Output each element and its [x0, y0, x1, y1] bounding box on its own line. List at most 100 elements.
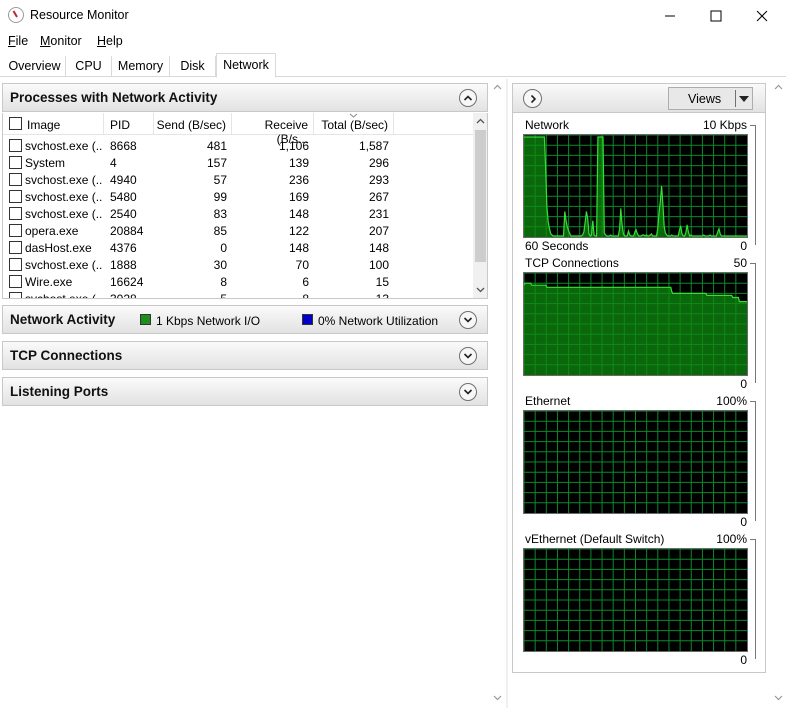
dropdown-arrow-icon[interactable]	[739, 96, 749, 102]
pane-splitter[interactable]	[506, 79, 508, 708]
listening-ports-title: Listening Ports	[10, 384, 109, 399]
cell-send: 157	[206, 156, 227, 170]
row-checkbox[interactable]	[9, 224, 22, 237]
processes-collapse-button[interactable]	[459, 89, 477, 107]
title-bar: Resource Monitor	[0, 0, 786, 31]
row-checkbox[interactable]	[9, 139, 22, 152]
maximize-button[interactable]	[693, 0, 739, 31]
table-row[interactable]: dasHost.exe 4376 0 148 148	[3, 239, 473, 256]
listening-ports-expand-button[interactable]	[459, 383, 477, 401]
sort-descending-icon	[349, 113, 358, 118]
column-send[interactable]: Send (B/sec)	[154, 113, 232, 135]
cell-receive: 139	[288, 156, 309, 170]
tab-overview[interactable]: Overview	[4, 56, 66, 77]
graph-plot	[524, 549, 747, 651]
row-checkbox[interactable]	[9, 292, 22, 298]
cell-receive: 6	[302, 275, 309, 289]
scroll-up-icon[interactable]	[476, 117, 485, 126]
listening-ports-header[interactable]: Listening Ports	[2, 377, 488, 406]
row-checkbox[interactable]	[9, 275, 22, 288]
tcp-connections-header[interactable]: TCP Connections	[2, 341, 488, 370]
graph-title: vEthernet (Default Switch)	[525, 532, 665, 546]
cell-total: 267	[368, 190, 389, 204]
menu-help[interactable]: Help	[97, 34, 123, 48]
cell-total: 1,587	[358, 139, 389, 153]
tab-disk[interactable]: Disk	[170, 56, 216, 77]
close-button[interactable]	[739, 0, 785, 31]
scroll-down-icon[interactable]	[493, 693, 502, 702]
cell-pid: 3028	[110, 292, 137, 299]
network-activity-header[interactable]: Network Activity 1 Kbps Network I/O 0% N…	[2, 305, 488, 334]
resource-monitor-icon	[8, 7, 24, 23]
cell-receive: 148	[288, 207, 309, 221]
table-row[interactable]: svchost.exe (... 8668 481 1,106 1,587	[3, 137, 473, 154]
menu-file-accel: F	[8, 34, 16, 48]
table-row[interactable]: System 4 157 139 296	[3, 154, 473, 171]
row-checkbox[interactable]	[9, 190, 22, 203]
tab-cpu[interactable]: CPU	[66, 56, 112, 77]
cell-send: 83	[213, 207, 227, 221]
cell-total: 15	[375, 275, 389, 289]
menu-bar: File Monitor Help	[0, 31, 786, 51]
tab-network[interactable]: Network	[216, 53, 276, 78]
chevron-up-icon	[463, 95, 473, 101]
cell-pid: 1888	[110, 258, 137, 272]
row-checkbox[interactable]	[9, 258, 22, 271]
menu-monitor-accel: M	[40, 34, 51, 48]
menu-file[interactable]: File	[8, 34, 28, 48]
cell-send: 57	[213, 173, 227, 187]
table-row[interactable]: Wire.exe 16624 8 6 15	[3, 273, 473, 290]
column-image[interactable]: Image	[21, 113, 104, 135]
processes-table: Image PID Send (B/sec) Receive (B/s... T…	[2, 113, 488, 299]
cell-pid: 5480	[110, 190, 137, 204]
column-receive[interactable]: Receive (B/s...	[232, 113, 314, 146]
table-row[interactable]: svchost.exe (... 4940 57 236 293	[3, 171, 473, 188]
row-checkbox[interactable]	[9, 241, 22, 254]
hide-graphs-button[interactable]	[523, 89, 542, 108]
graph-scale-bracket	[750, 263, 756, 383]
cell-pid: 4940	[110, 173, 137, 187]
graph-title: TCP Connections	[525, 256, 619, 270]
column-pid[interactable]: PID	[104, 113, 154, 135]
graph-plot	[524, 273, 747, 375]
row-checkbox[interactable]	[9, 173, 22, 186]
network-activity-expand-button[interactable]	[459, 311, 477, 329]
minimize-button[interactable]	[647, 0, 693, 31]
views-dropdown[interactable]: Views	[668, 87, 753, 110]
graph-max-label: 50	[733, 256, 747, 270]
network-activity-title: Network Activity	[10, 312, 116, 327]
cell-send: 85	[213, 224, 227, 238]
processes-header[interactable]: Processes with Network Activity	[2, 83, 488, 112]
table-row[interactable]: svchost.exe (... 2540 83 148 231	[3, 205, 473, 222]
scroll-down-icon[interactable]	[476, 285, 485, 294]
tcp-connections-expand-button[interactable]	[459, 347, 477, 365]
cell-pid: 20884	[110, 224, 144, 238]
graph-canvas	[523, 134, 748, 238]
row-checkbox[interactable]	[9, 156, 22, 169]
menu-monitor[interactable]: Monitor	[40, 34, 82, 48]
scrollbar-thumb[interactable]	[475, 130, 486, 262]
cell-send: 99	[213, 190, 227, 204]
tab-memory[interactable]: Memory	[112, 56, 170, 77]
table-row[interactable]: svchost.exe (... 5480 99 169 267	[3, 188, 473, 205]
table-row[interactable]: svchost.exe (... 3028 5 8 13	[3, 290, 473, 299]
network-utilization-legend-swatch	[302, 314, 313, 325]
table-row[interactable]: svchost.exe (... 1888 30 70 100	[3, 256, 473, 273]
cell-image: Wire.exe	[25, 275, 73, 289]
table-row[interactable]: opera.exe 20884 85 122 207	[3, 222, 473, 239]
left-pane-scrollbar[interactable]	[490, 79, 505, 708]
close-icon	[756, 10, 768, 21]
scroll-up-icon[interactable]	[493, 83, 502, 92]
views-label: Views	[688, 92, 722, 106]
graphs-pane-scrollbar[interactable]	[771, 79, 786, 708]
processes-scrollbar[interactable]	[473, 113, 487, 298]
scroll-up-icon[interactable]	[774, 83, 783, 92]
graph-max-label: 100%	[716, 394, 747, 408]
graph-plot	[524, 411, 747, 513]
network-io-legend: 1 Kbps Network I/O	[156, 314, 261, 328]
row-checkbox[interactable]	[9, 207, 22, 220]
cell-send: 30	[213, 258, 227, 272]
cell-total: 231	[368, 207, 389, 221]
graph-max-label: 10 Kbps	[702, 118, 747, 132]
scroll-down-icon[interactable]	[774, 693, 783, 702]
